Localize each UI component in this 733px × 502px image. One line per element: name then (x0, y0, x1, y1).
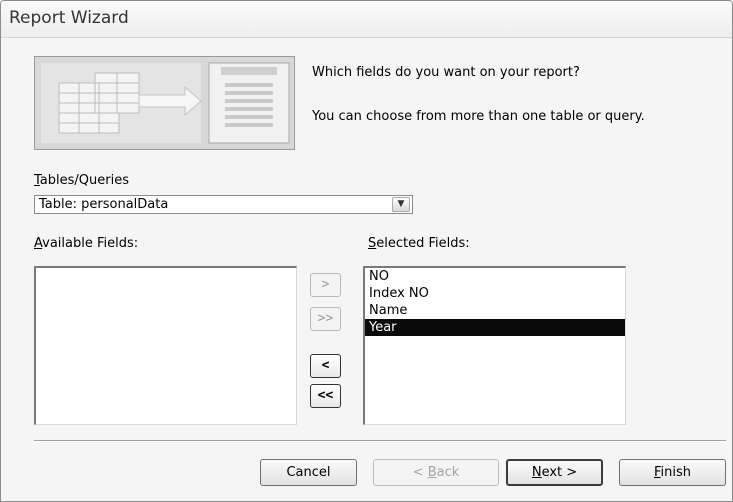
divider (34, 440, 726, 442)
wizard-hint: You can choose from more than one table … (312, 109, 645, 124)
chevron-down-icon[interactable]: ▼ (392, 197, 410, 212)
remove-all-fields-button[interactable]: << (310, 384, 341, 408)
cancel-button[interactable]: Cancel (260, 459, 357, 486)
wizard-illustration (34, 56, 295, 150)
finish-button[interactable]: Finish (619, 459, 726, 486)
add-all-fields-button[interactable]: >> (310, 307, 341, 331)
selected-fields-label: Selected Fields: (368, 236, 470, 251)
list-item[interactable]: Index NO (365, 285, 625, 302)
list-item-selected[interactable]: Year (365, 319, 625, 336)
available-fields-label: Available Fields: (34, 236, 139, 251)
next-button[interactable]: Next > (506, 459, 603, 486)
report-wizard-dialog: Report Wizard Which fields do you want o… (0, 0, 733, 502)
list-item[interactable]: Name (365, 302, 625, 319)
table-to-report-icon (35, 57, 294, 149)
tables-queries-value: Table: personalData (39, 197, 169, 212)
remove-field-button[interactable]: < (310, 354, 341, 378)
tables-queries-dropdown[interactable]: Table: personalData ▼ (34, 195, 413, 214)
dialog-title: Report Wizard (9, 8, 129, 28)
wizard-question: Which fields do you want on your report? (312, 65, 580, 80)
selected-fields-list[interactable]: NO Index NO Name Year (363, 266, 626, 425)
back-button[interactable]: < Back (373, 459, 499, 486)
title-bar: Report Wizard (1, 1, 732, 38)
add-field-button[interactable]: > (310, 273, 341, 297)
tables-queries-label: Tables/Queries (34, 173, 129, 188)
list-item[interactable]: NO (365, 268, 625, 285)
available-fields-list[interactable] (34, 266, 297, 425)
